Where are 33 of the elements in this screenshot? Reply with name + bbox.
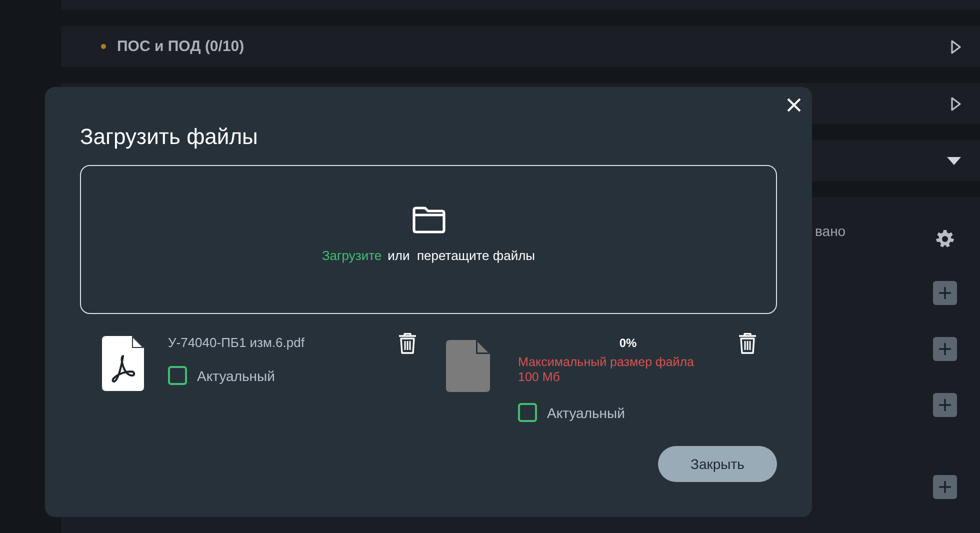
- section-title: ПОС и ПОД (0/10): [117, 38, 244, 55]
- checkbox-label: Актуальный: [547, 404, 625, 420]
- caret-down-icon[interactable]: [946, 156, 962, 166]
- delete-button[interactable]: [738, 332, 757, 354]
- upload-link[interactable]: Загрузите: [322, 248, 382, 263]
- drop-hint: или перетащите файлы: [388, 248, 536, 263]
- pdf-file-icon: [102, 336, 144, 391]
- error-message: Максимальный размер файла 100 Мб: [518, 355, 695, 385]
- add-button[interactable]: [933, 337, 957, 361]
- checkbox[interactable]: [168, 366, 187, 385]
- folder-icon: [412, 206, 446, 234]
- dialog-title: Загрузить файлы: [80, 123, 259, 151]
- add-button[interactable]: [933, 475, 957, 499]
- plus-icon[interactable]: [938, 398, 952, 412]
- play-icon[interactable]: [950, 96, 962, 112]
- checkbox[interactable]: [518, 403, 537, 422]
- status-dot: [101, 44, 106, 49]
- checkbox-label: Актуальный: [197, 368, 275, 384]
- section-header[interactable]: ПОС и ПОД (0/10): [61, 26, 980, 67]
- plus-icon[interactable]: [938, 286, 952, 300]
- delete-button[interactable]: [398, 332, 417, 354]
- add-button[interactable]: [933, 393, 957, 417]
- drop-zone[interactable]: Загрузите или перетащите файлы: [80, 165, 777, 314]
- close-dialog-button[interactable]: Закрыть: [658, 446, 777, 482]
- plus-icon[interactable]: [938, 342, 952, 356]
- add-button[interactable]: [933, 281, 957, 305]
- panel-text: вано: [815, 223, 846, 239]
- plus-icon[interactable]: [938, 480, 952, 494]
- file-name: У-74040-ПБ1 изм.6.pdf: [168, 335, 306, 350]
- file-icon: [446, 340, 490, 392]
- upload-progress: 0%: [618, 336, 638, 350]
- play-icon[interactable]: [950, 38, 962, 54]
- settings-icon[interactable]: [936, 230, 954, 248]
